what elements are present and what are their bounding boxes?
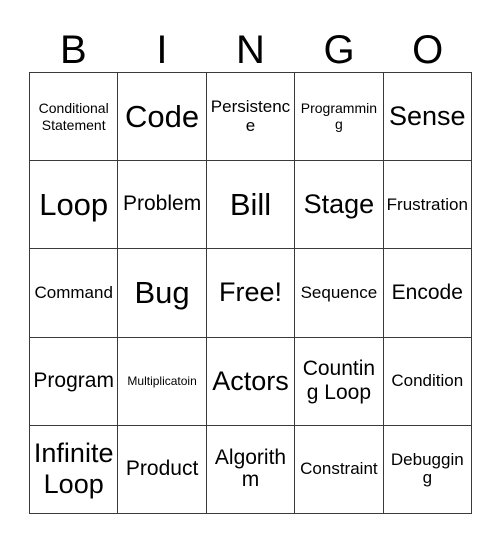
bingo-cell-label: Program [33,368,114,392]
bingo-cell[interactable]: Product [118,425,207,514]
bingo-cell-label: Multiplicatoin [127,373,197,388]
bingo-cell[interactable]: Code [118,73,207,162]
bingo-cell[interactable]: Loop [30,161,119,250]
bingo-cell-label: Bug [134,275,190,311]
bingo-cell-label: Algorithm [214,445,287,492]
header-letter-b: B [59,28,87,72]
bingo-cell-label: Conditional Statement [38,100,109,133]
bingo-cell[interactable]: Actors [206,337,296,426]
header-letter-g: G [323,28,355,72]
bingo-cell-label: Encode [391,280,463,304]
bingo-cell-label: Loop [39,187,109,223]
bingo-cell-label: Problem [122,192,202,216]
bingo-cell[interactable]: Persistence [206,73,296,162]
bingo-cell-label: Programming [300,100,378,132]
bingo-cell-label: Code [125,98,200,134]
bingo-cell[interactable]: Algorithm [206,425,296,514]
bingo-cell[interactable]: Constraint [295,425,384,514]
bingo-cell[interactable]: Bill [206,161,296,250]
bingo-cell[interactable]: Conditional Statement [30,73,119,162]
bingo-cell[interactable]: Sense [383,73,472,162]
bingo-cell[interactable]: Counting Loop [295,337,384,426]
bingo-cell-label: Infinite Loop [33,438,114,500]
bingo-cell-label: Product [125,457,199,481]
bingo-cell-label: Counting Loop [302,356,376,405]
bingo-cell[interactable]: Command [30,249,119,338]
bingo-cell[interactable]: Frustration [383,161,472,250]
header-letter-i: I [156,28,168,72]
bingo-cell-label: Bill [229,187,272,223]
bingo-cell-label: Condition [391,371,464,391]
bingo-cell[interactable]: Bug [118,249,207,338]
bingo-cell-label: Stage [303,189,375,220]
bingo-cell-label: Sense [389,101,466,132]
bingo-cell[interactable]: Sequence [295,249,384,338]
bingo-cell[interactable]: Stage [295,161,384,250]
bingo-cell[interactable]: Debugging [383,425,472,514]
bingo-cell-label: Debugging [390,450,464,488]
bingo-cell-label: Actors [212,365,289,396]
bingo-cell[interactable]: Program [30,337,119,426]
bingo-cell-label: Persistence [210,97,291,135]
bingo-cell[interactable]: Encode [383,249,472,338]
bingo-cell-label: Frustration [386,194,468,214]
bingo-grid: Conditional Statement Code Persistence Prog… [29,72,472,514]
bingo-cell-label: Free! [218,277,282,308]
bingo-cell-free[interactable]: Free! [206,249,296,338]
bingo-cell-label: Command [34,282,113,302]
bingo-cell[interactable]: Problem [118,161,207,250]
bingo-cell-label: Sequence [300,282,378,302]
bingo-header-row: B I N G O [29,22,472,72]
header-letter-o: O [412,28,444,72]
bingo-cell[interactable]: Programming [295,73,384,162]
bingo-cell[interactable]: Condition [383,337,472,426]
bingo-cell[interactable]: Multiplicatoin [118,337,207,426]
bingo-card: B I N G O Conditional Statement Code Persi… [0,0,500,544]
bingo-cell[interactable]: Infinite Loop [30,425,119,514]
bingo-cell-label: Constraint [300,459,378,479]
header-letter-n: N [236,28,265,72]
